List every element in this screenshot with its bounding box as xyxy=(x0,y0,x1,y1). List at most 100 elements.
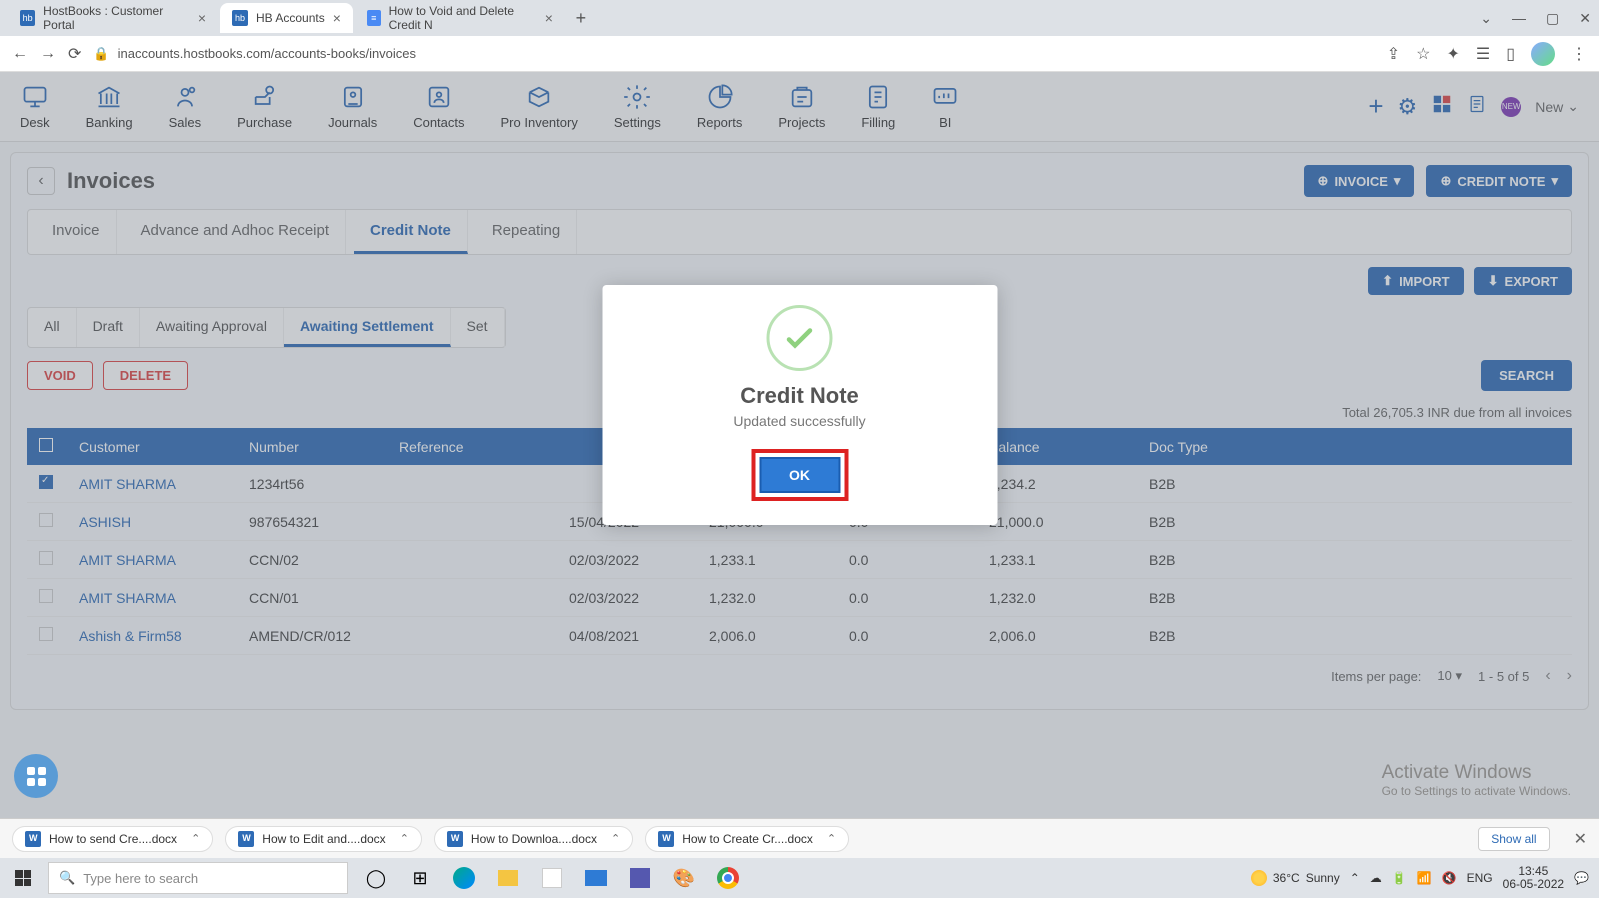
items-per-page-select[interactable]: 10 ▾ xyxy=(1437,668,1462,684)
nav-contacts[interactable]: Contacts xyxy=(413,83,464,130)
next-page-icon[interactable]: › xyxy=(1567,667,1572,685)
minimize-icon[interactable]: — xyxy=(1512,10,1526,27)
reading-list-icon[interactable]: ☰ xyxy=(1476,44,1490,64)
row-checkbox[interactable] xyxy=(39,513,53,527)
close-icon[interactable]: × xyxy=(545,10,553,26)
chevron-up-icon[interactable]: ⌃ xyxy=(611,832,620,845)
maximize-icon[interactable]: ▢ xyxy=(1546,10,1559,27)
mail-icon[interactable] xyxy=(576,858,616,898)
nav-projects[interactable]: Projects xyxy=(778,83,825,130)
new-dropdown[interactable]: New ⌄ xyxy=(1535,98,1579,115)
extensions-icon[interactable]: ✦ xyxy=(1446,44,1459,64)
cell-customer[interactable]: AMIT SHARMA xyxy=(67,541,237,579)
download-item[interactable]: How to Edit and....docx⌃ xyxy=(225,826,422,852)
row-checkbox[interactable] xyxy=(39,627,53,641)
wifi-icon[interactable]: 📶 xyxy=(1417,871,1432,885)
calculator-icon[interactable] xyxy=(1431,93,1453,120)
table-row[interactable]: Ashish & Firm58 AMEND/CR/012 04/08/2021 … xyxy=(27,617,1572,655)
nav-bi[interactable]: BI xyxy=(931,83,959,130)
cell-customer[interactable]: ASHISH xyxy=(67,503,237,541)
battery-icon[interactable]: 🔋 xyxy=(1392,871,1407,885)
filter-awaiting-approval[interactable]: Awaiting Approval xyxy=(140,308,284,347)
gear-icon[interactable]: ⚙ xyxy=(1398,94,1418,120)
delete-button[interactable]: DELETE xyxy=(103,361,188,390)
tray-chevron-icon[interactable]: ⌃ xyxy=(1350,871,1360,885)
task-view-icon[interactable]: ⊞ xyxy=(400,858,440,898)
cell-customer[interactable]: Ashish & Firm58 xyxy=(67,617,237,655)
table-row[interactable]: AMIT SHARMA CCN/02 02/03/2022 1,233.1 0.… xyxy=(27,541,1572,579)
clock[interactable]: 13:45 06-05-2022 xyxy=(1503,865,1564,891)
chevron-up-icon[interactable]: ⌃ xyxy=(827,832,836,845)
quick-access-button[interactable] xyxy=(14,754,58,798)
weather-widget[interactable]: 36°C Sunny xyxy=(1251,870,1340,886)
search-button[interactable]: SEARCH xyxy=(1481,360,1572,391)
download-item[interactable]: How to send Cre....docx⌃ xyxy=(12,826,213,852)
download-item[interactable]: How to Downloa....docx⌃ xyxy=(434,826,633,852)
export-button[interactable]: ⬇EXPORT xyxy=(1474,267,1572,295)
subtab-invoice[interactable]: Invoice xyxy=(36,210,117,254)
filter-draft[interactable]: Draft xyxy=(77,308,140,347)
nav-settings[interactable]: Settings xyxy=(614,83,661,130)
show-all-downloads-button[interactable]: Show all xyxy=(1478,827,1549,851)
nav-banking[interactable]: Banking xyxy=(86,83,133,130)
chevron-up-icon[interactable]: ⌃ xyxy=(400,832,409,845)
import-button[interactable]: ⬆IMPORT xyxy=(1368,267,1463,295)
close-icon[interactable]: × xyxy=(198,10,206,26)
nav-pro-inventory[interactable]: Pro Inventory xyxy=(501,83,578,130)
row-checkbox[interactable] xyxy=(39,551,53,565)
cell-customer[interactable]: AMIT SHARMA xyxy=(67,465,237,503)
chrome-icon[interactable] xyxy=(708,858,748,898)
reload-icon[interactable]: ⟳ xyxy=(68,44,81,64)
nav-journals[interactable]: Journals xyxy=(328,83,377,130)
plus-icon[interactable]: + xyxy=(1368,91,1383,122)
side-panel-icon[interactable]: ▯ xyxy=(1506,44,1515,64)
menu-icon[interactable]: ⋮ xyxy=(1571,44,1587,64)
close-icon[interactable]: × xyxy=(333,10,341,26)
new-tab-button[interactable]: + xyxy=(567,4,595,32)
chevron-up-icon[interactable]: ⌃ xyxy=(191,832,200,845)
new-badge-icon[interactable]: NEW xyxy=(1501,97,1521,117)
browser-tab[interactable]: hb HB Accounts × xyxy=(220,3,353,33)
paint-icon[interactable]: 🎨 xyxy=(664,858,704,898)
star-icon[interactable]: ☆ xyxy=(1416,44,1430,64)
filter-all[interactable]: All xyxy=(28,308,77,347)
language-indicator[interactable]: ENG xyxy=(1467,871,1493,885)
void-button[interactable]: VOID xyxy=(27,361,93,390)
start-button[interactable] xyxy=(0,858,46,898)
doc-icon[interactable] xyxy=(1467,93,1487,120)
table-row[interactable]: AMIT SHARMA CCN/01 02/03/2022 1,232.0 0.… xyxy=(27,579,1572,617)
share-icon[interactable]: ⇪ xyxy=(1387,44,1400,64)
close-window-icon[interactable]: ✕ xyxy=(1579,10,1591,27)
notifications-icon[interactable]: 💬 xyxy=(1574,871,1589,885)
browser-tab[interactable]: ≡ How to Void and Delete Credit N × xyxy=(355,3,565,33)
chevron-down-icon[interactable]: ⌄ xyxy=(1480,10,1492,27)
volume-icon[interactable]: 🔇 xyxy=(1442,871,1457,885)
select-all-checkbox[interactable] xyxy=(39,438,53,452)
row-checkbox[interactable] xyxy=(39,475,53,489)
nav-reports[interactable]: Reports xyxy=(697,83,743,130)
subtab-repeating[interactable]: Repeating xyxy=(476,210,577,254)
back-button[interactable]: ‹ xyxy=(27,167,55,195)
profile-avatar[interactable] xyxy=(1531,42,1555,66)
credit-note-button[interactable]: ⊕CREDIT NOTE ▾ xyxy=(1426,165,1572,197)
teams-icon[interactable] xyxy=(620,858,660,898)
filter-set[interactable]: Set xyxy=(451,308,505,347)
edge-icon[interactable] xyxy=(444,858,484,898)
forward-icon[interactable]: → xyxy=(40,45,56,63)
nav-purchase[interactable]: Purchase xyxy=(237,83,292,130)
ms-store-icon[interactable] xyxy=(532,858,572,898)
cortana-icon[interactable]: ◯ xyxy=(356,858,396,898)
filter-awaiting-settlement[interactable]: Awaiting Settlement xyxy=(284,308,451,347)
row-checkbox[interactable] xyxy=(39,589,53,603)
onedrive-icon[interactable]: ☁ xyxy=(1370,871,1382,885)
cell-customer[interactable]: AMIT SHARMA xyxy=(67,579,237,617)
modal-ok-button[interactable]: OK xyxy=(759,457,840,493)
nav-desk[interactable]: Desk xyxy=(20,83,50,130)
download-item[interactable]: How to Create Cr....docx⌃ xyxy=(645,826,849,852)
back-icon[interactable]: ← xyxy=(12,45,28,63)
nav-filling[interactable]: Filling xyxy=(861,83,895,130)
close-shelf-icon[interactable]: ✕ xyxy=(1574,829,1587,849)
subtab-advance[interactable]: Advance and Adhoc Receipt xyxy=(125,210,346,254)
taskbar-search[interactable]: 🔍Type here to search xyxy=(48,862,348,894)
browser-tab[interactable]: hb HostBooks : Customer Portal × xyxy=(8,3,218,33)
